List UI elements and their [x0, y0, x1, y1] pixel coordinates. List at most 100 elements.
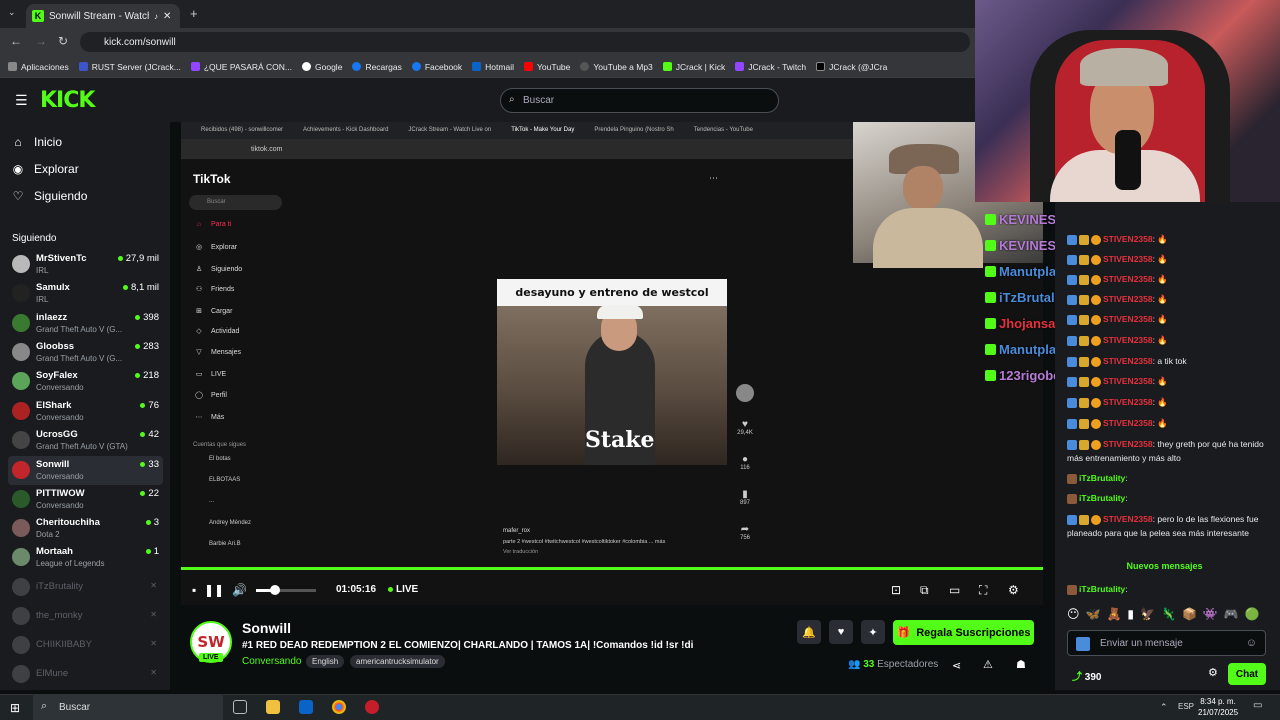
- chat-settings-icon[interactable]: ⚙: [1208, 666, 1218, 679]
- chrome-icon[interactable]: [332, 700, 346, 714]
- report-icon[interactable]: ⚠: [983, 658, 993, 671]
- following-channel-item[interactable]: ElShark Conversando 76: [8, 397, 163, 426]
- bookmark-twitch-que-pasara[interactable]: ¿QUE PASARÁ CON...: [190, 62, 292, 72]
- video-progress-bar[interactable]: [181, 567, 1043, 570]
- system-clock[interactable]: 8:34 p. m. 21/07/2025: [1198, 696, 1238, 718]
- new-messages-banner[interactable]: Nuevos mensajes: [1064, 561, 1265, 575]
- notification-bell-button[interactable]: 🔔: [797, 620, 821, 644]
- video-player[interactable]: Recibidos (498) - sonwillcomer Achieveme…: [181, 122, 1043, 605]
- fullscreen-icon[interactable]: ⛶: [979, 583, 987, 598]
- emote-icon[interactable]: 🧸: [1106, 607, 1121, 625]
- back-icon[interactable]: ←: [10, 34, 22, 48]
- chat-username[interactable]: STIVEN2358: [1103, 274, 1153, 284]
- miniplayer-icon[interactable]: ▭: [949, 583, 960, 597]
- volume-slider[interactable]: [256, 585, 316, 595]
- theater-icon[interactable]: ⧉: [920, 583, 929, 598]
- nav-inicio[interactable]: ⌂ Inicio: [12, 135, 62, 149]
- user-profile-icon[interactable]: ☗: [1016, 658, 1026, 671]
- chat-username[interactable]: iTzBrutality: [1079, 493, 1125, 503]
- chat-message-input[interactable]: Enviar un mensaje ☺: [1067, 630, 1266, 656]
- emote-icon[interactable]: 📦: [1182, 607, 1197, 625]
- bookmark-rust[interactable]: RUST Server (JCrack...: [78, 62, 181, 72]
- share-icon[interactable]: ⋖: [952, 659, 961, 672]
- following-channel-item[interactable]: UcrosGG Grand Theft Auto V (GTA) 42: [8, 426, 163, 455]
- task-view-icon[interactable]: [233, 700, 247, 714]
- channel-points[interactable]: ⤴ 390: [1072, 668, 1101, 683]
- emote-icon[interactable]: 🎮: [1224, 607, 1239, 625]
- emote-icon[interactable]: 😶: [1067, 607, 1080, 625]
- following-channel-item[interactable]: inlaezz Grand Theft Auto V (G... 398: [8, 309, 163, 338]
- offline-channel-item[interactable]: the_monky ✕: [8, 602, 163, 631]
- stream-category[interactable]: Conversando: [242, 656, 301, 667]
- following-channel-item[interactable]: MrStivenTc IRL 27,9 mil: [8, 250, 163, 279]
- tab-list-icon[interactable]: ⌄: [8, 7, 16, 18]
- follow-button[interactable]: ♥: [829, 620, 853, 644]
- emote-icon[interactable]: 🟢: [1245, 607, 1260, 625]
- clip-icon[interactable]: ⊡: [891, 583, 901, 597]
- chat-username[interactable]: STIVEN2358: [1103, 439, 1153, 449]
- tray-chevron-icon[interactable]: ⌃: [1160, 702, 1168, 713]
- emote-icon[interactable]: ▮: [1127, 607, 1134, 625]
- volume-knob[interactable]: [270, 585, 280, 595]
- bookmark-jcrack-twitch[interactable]: JCrack - Twitch: [735, 62, 806, 72]
- following-channel-item[interactable]: PITTIWOW Conversando 22: [8, 485, 163, 514]
- nav-siguiendo[interactable]: ♡ Siguiendo: [12, 189, 88, 203]
- following-channel-item[interactable]: Mortaah League of Legends 1: [8, 543, 163, 572]
- tag-english[interactable]: English: [306, 655, 345, 668]
- following-channel-item[interactable]: Samulx IRL 8,1 mil: [8, 279, 163, 308]
- bookmark-youtube-mp3[interactable]: YouTube a Mp3: [580, 62, 653, 72]
- chat-username[interactable]: iTzBrutality: [1079, 584, 1125, 594]
- chat-username[interactable]: STIVEN2358: [1103, 356, 1153, 366]
- nav-explorar[interactable]: ◉ Explorar: [12, 162, 79, 176]
- windows-start-icon[interactable]: ⊞: [10, 701, 20, 715]
- chat-username[interactable]: STIVEN2358: [1103, 376, 1153, 386]
- search-input[interactable]: ⌕ Buscar: [500, 88, 779, 113]
- offline-channel-item[interactable]: ElMune ✕: [8, 660, 163, 689]
- bookmark-facebook[interactable]: Facebook: [411, 62, 462, 72]
- chat-username[interactable]: STIVEN2358: [1103, 294, 1153, 304]
- emoji-picker-icon[interactable]: ☺: [1246, 637, 1257, 649]
- windows-search[interactable]: ⌕ Buscar: [33, 694, 223, 720]
- tag-americantrucksimulator[interactable]: americantrucksimulator: [350, 655, 445, 668]
- following-channel-item[interactable]: Cheritouchiha Dota 2 3: [8, 514, 163, 543]
- outlook-icon[interactable]: [299, 700, 313, 714]
- chat-username[interactable]: STIVEN2358: [1103, 418, 1153, 428]
- language-indicator[interactable]: ESP: [1178, 702, 1194, 711]
- kick-logo[interactable]: KICK: [40, 88, 95, 113]
- chat-username[interactable]: STIVEN2358: [1103, 335, 1153, 345]
- emote-icon[interactable]: 🦋: [1086, 607, 1101, 625]
- following-channel-item[interactable]: Gloobss Grand Theft Auto V (G... 283: [8, 338, 163, 367]
- menu-icon[interactable]: ☰: [15, 92, 28, 109]
- chat-username[interactable]: STIVEN2358: [1103, 314, 1153, 324]
- chat-username[interactable]: STIVEN2358: [1103, 397, 1153, 407]
- pause-button[interactable]: ❚❚: [204, 583, 224, 597]
- bookmark-apps[interactable]: Aplicaciones: [8, 62, 69, 72]
- bookmark-youtube[interactable]: YouTube: [523, 62, 570, 72]
- offline-channel-item[interactable]: iTzBrutality ✕: [8, 573, 163, 602]
- reload-icon[interactable]: ↻: [58, 34, 68, 48]
- settings-icon[interactable]: ⚙: [1008, 583, 1019, 597]
- channel-name[interactable]: Sonwill: [242, 620, 291, 636]
- new-tab-icon[interactable]: +: [190, 6, 198, 21]
- bookmark-google[interactable]: Google: [302, 62, 342, 72]
- volume-icon[interactable]: 🔊: [232, 583, 247, 597]
- browser-tab-active[interactable]: K Sonwill Stream - Watch Live ♪ ✕: [26, 4, 180, 28]
- chat-username[interactable]: STIVEN2358: [1103, 254, 1153, 264]
- tab-close-icon[interactable]: ✕: [163, 11, 171, 22]
- address-bar[interactable]: kick.com/sonwill: [80, 32, 970, 52]
- bookmark-jcrack-kick[interactable]: JCrack | Kick: [662, 62, 725, 72]
- obs-icon[interactable]: [365, 700, 379, 714]
- offline-channel-item[interactable]: CHIIKIIBABY ✕: [8, 631, 163, 660]
- bookmark-recargas[interactable]: Recargas: [352, 62, 402, 72]
- following-channel-item[interactable]: SoyFalex Conversando 218: [8, 367, 163, 396]
- tab-audio-icon[interactable]: ♪: [154, 12, 158, 21]
- emote-icon[interactable]: 👾: [1203, 607, 1218, 625]
- bookmark-hotmail[interactable]: Hotmail: [472, 62, 514, 72]
- emote-icon[interactable]: 🦎: [1161, 607, 1176, 625]
- chat-username[interactable]: STIVEN2358: [1103, 234, 1153, 244]
- forward-icon[interactable]: →: [35, 34, 47, 48]
- chat-username[interactable]: STIVEN2358: [1103, 514, 1153, 524]
- chat-username[interactable]: iTzBrutality: [1079, 473, 1125, 483]
- following-channel-item[interactable]: Sonwill Conversando 33: [8, 456, 163, 485]
- emote-icon[interactable]: 🦅: [1140, 607, 1155, 625]
